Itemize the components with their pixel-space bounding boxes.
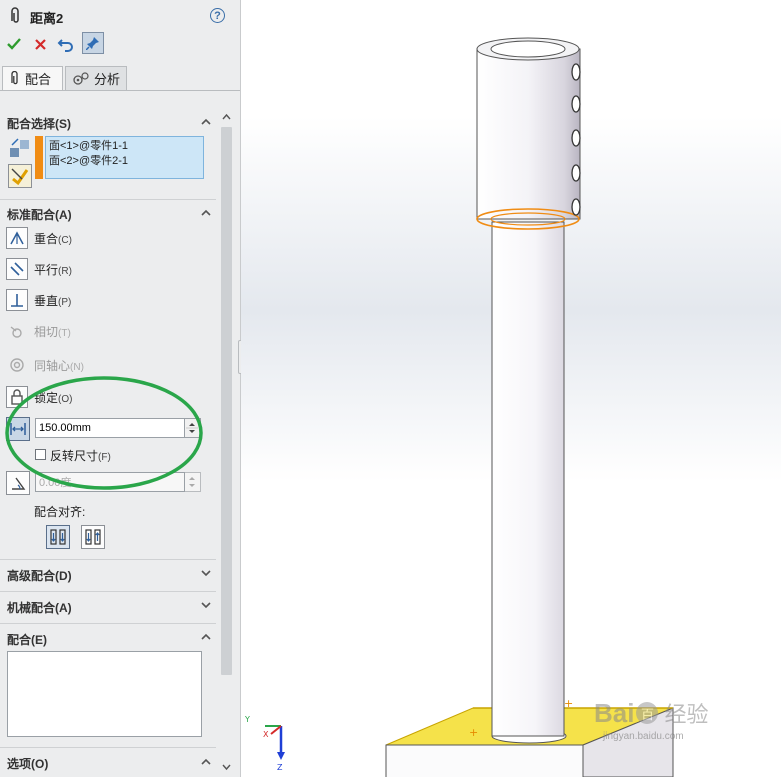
tab-mates[interactable]: 配合 <box>2 66 63 90</box>
mate-tangent-label: 相切 <box>34 324 59 339</box>
svg-text:+: + <box>564 697 573 710</box>
annotation-ellipse <box>5 376 203 490</box>
vertical-rod[interactable] <box>491 221 565 737</box>
watermark-url: jingyan.baidu.com <box>603 731 684 742</box>
ok-button[interactable] <box>4 34 24 54</box>
mate-parallel-shortcut: (R) <box>58 265 72 277</box>
paperclip-icon <box>11 71 18 85</box>
advanced-mates-title[interactable]: 高级配合(D) <box>7 567 72 584</box>
close-icon <box>34 38 46 50</box>
anti-aligned-arrows-icon <box>85 529 101 545</box>
pin-icon <box>86 37 99 50</box>
mates-list-collapse-icon[interactable] <box>200 631 212 643</box>
panel-title: 距离2 <box>30 11 64 26</box>
mate-alignment-label: 配合对齐: <box>34 505 86 519</box>
mate-tangent: 相切(T) <box>6 319 71 343</box>
options-title[interactable]: 选项(O) <box>7 755 48 772</box>
align-aligned-button[interactable] <box>46 525 70 549</box>
coincident-icon <box>6 227 28 249</box>
section-divider <box>0 747 216 748</box>
analysis-gears-icon <box>73 72 89 85</box>
assembly-model[interactable]: + + Y X Z <box>241 0 781 777</box>
help-icon[interactable]: ? <box>210 8 225 23</box>
aligned-arrows-icon <box>50 529 66 545</box>
section-divider <box>0 199 216 200</box>
property-manager-panel: 距离2 ? 配合 分析 配合选择(S) 面<1>@零件1-1 面<2>@零件2-… <box>0 0 241 777</box>
watermark-paw-icon: 百 <box>636 702 659 724</box>
mate-tangent-shortcut: (T) <box>58 327 71 339</box>
svg-text:Y: Y <box>244 715 250 724</box>
cancel-button[interactable] <box>30 34 50 54</box>
mate-concentric: 同轴心(N) <box>6 353 84 377</box>
coordinate-triad: Y X Z <box>244 715 285 772</box>
mechanical-mates-expand-icon[interactable] <box>200 599 212 611</box>
graphics-viewport[interactable]: + + Y X Z Bai 百 经验 jingyan.baidu.com <box>241 0 781 777</box>
upper-sleeve[interactable] <box>476 37 581 230</box>
advanced-mates-expand-icon[interactable] <box>200 567 212 579</box>
svg-text:+: + <box>469 726 478 739</box>
mates-list-box[interactable] <box>7 651 202 737</box>
mate-selection-title[interactable]: 配合选择(S) <box>7 115 71 132</box>
undo-icon <box>57 39 73 52</box>
watermark-site-cn: 经验 <box>664 702 709 727</box>
mate-concentric-label: 同轴心 <box>34 358 71 373</box>
perpendicular-icon <box>6 289 28 311</box>
tab-mates-label: 配合 <box>25 72 52 87</box>
align-anti-aligned-button[interactable] <box>81 525 105 549</box>
section-divider <box>0 559 216 560</box>
mate-coincident-shortcut: (C) <box>58 234 72 246</box>
section-divider <box>0 623 216 624</box>
tab-analysis[interactable]: 分析 <box>65 66 127 90</box>
standard-mates-title[interactable]: 标准配合(A) <box>7 206 72 223</box>
svg-text:Z: Z <box>277 763 283 772</box>
section-divider <box>0 591 216 592</box>
selection-entity-1[interactable]: 面<1>@零件1-1 <box>49 139 200 154</box>
mate-concentric-shortcut: (N) <box>70 361 84 373</box>
check-icon <box>7 38 21 50</box>
scroll-up-arrow[interactable] <box>221 111 232 121</box>
tab-divider <box>0 90 240 91</box>
mate-coincident-label: 重合 <box>34 231 59 246</box>
pause-selection-icon[interactable] <box>8 164 32 188</box>
scroll-thumb[interactable] <box>221 127 232 675</box>
baidu-watermark: Bai 百 经验 <box>594 697 708 729</box>
mate-parallel-label: 平行 <box>34 262 59 277</box>
mates-list-title[interactable]: 配合(E) <box>7 631 47 648</box>
mate-perpendicular[interactable]: 垂直(P) <box>6 288 71 312</box>
mate-selection-collapse-icon[interactable] <box>200 116 212 128</box>
mechanical-mates-title[interactable]: 机械配合(A) <box>7 599 72 616</box>
watermark-brand: Bai <box>594 697 635 728</box>
undo-button[interactable] <box>56 34 76 54</box>
keep-visible-pin-button[interactable] <box>82 32 104 54</box>
concentric-icon <box>6 354 28 376</box>
tab-analysis-label: 分析 <box>94 72 121 87</box>
mate-coincident[interactable]: 重合(C) <box>6 226 72 250</box>
mate-selection-list[interactable]: 面<1>@零件1-1 面<2>@零件2-1 <box>45 136 204 179</box>
tangent-icon <box>6 320 28 342</box>
mate-perpendicular-shortcut: (P) <box>58 296 72 308</box>
options-collapse-icon[interactable] <box>200 756 212 768</box>
mate-parallel[interactable]: 平行(R) <box>6 257 72 281</box>
standard-mates-collapse-icon[interactable] <box>200 207 212 219</box>
mate-perpendicular-label: 垂直 <box>34 293 59 308</box>
mate-selection-icon <box>8 137 32 159</box>
selection-entity-2[interactable]: 面<2>@零件2-1 <box>49 154 200 169</box>
scroll-down-arrow[interactable] <box>221 761 232 771</box>
selection-color-bar <box>35 136 43 179</box>
parallel-icon <box>6 258 28 280</box>
mate-paperclip-icon <box>8 7 22 28</box>
svg-text:X: X <box>263 730 269 739</box>
